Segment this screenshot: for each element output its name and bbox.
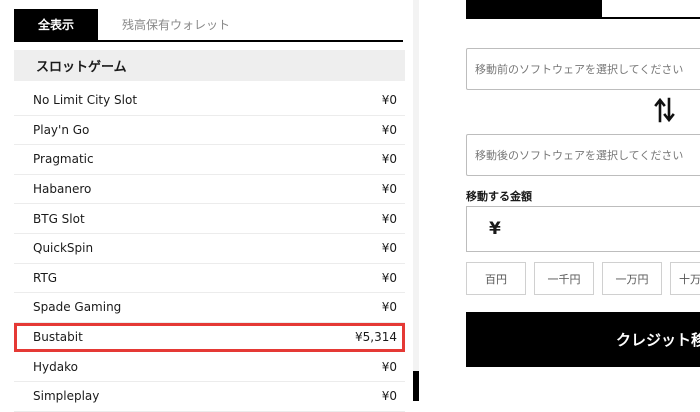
provider-amount: ¥0	[381, 211, 397, 226]
quick-amount-10000[interactable]: 一万円	[602, 262, 662, 295]
provider-amount: ¥0	[381, 300, 397, 315]
currency-symbol: ¥	[489, 219, 501, 239]
quick-amount-100000[interactable]: 十万	[670, 262, 700, 295]
quick-amount-100[interactable]: 百円	[466, 262, 526, 295]
provider-name: No Limit City Slot	[33, 93, 138, 108]
provider-row[interactable]: Habanero ¥0	[14, 175, 405, 205]
provider-row[interactable]: No Limit City Slot ¥0	[14, 86, 405, 116]
provider-name: Pragmatic	[33, 152, 94, 167]
transfer-tab-inactive[interactable]	[602, 0, 700, 19]
provider-name: Habanero	[33, 182, 92, 197]
provider-row[interactable]: Simpleplay ¥0	[14, 382, 405, 412]
provider-name: BTG Slot	[33, 211, 85, 226]
provider-row[interactable]: Pragmatic ¥0	[14, 145, 405, 175]
provider-name: RTG	[33, 270, 58, 285]
provider-amount: ¥0	[381, 182, 397, 197]
provider-row[interactable]: Hydako ¥0	[14, 352, 405, 382]
provider-row[interactable]: Play'n Go ¥0	[14, 116, 405, 146]
tab-all[interactable]: 全表示	[14, 9, 98, 40]
credit-transfer-button[interactable]: クレジット移	[466, 312, 700, 367]
wallet-panel: 全表示 残高保有ウォレット スロットゲーム No Limit City Slot…	[0, 0, 420, 412]
provider-row[interactable]: Spade Gaming ¥0	[14, 293, 405, 323]
provider-amount: ¥0	[381, 270, 397, 285]
provider-row[interactable]: RTG ¥0	[14, 264, 405, 294]
provider-row[interactable]: BTG Slot ¥0	[14, 204, 405, 234]
provider-name: Simpleplay	[33, 389, 100, 404]
provider-amount: ¥0	[381, 359, 397, 374]
transfer-panel: 移動前のソフトウェアを選択してください 移動後のソフトウェアを選択してください …	[466, 0, 700, 401]
provider-amount: ¥0	[381, 122, 397, 137]
provider-amount: ¥5,314	[355, 330, 397, 345]
to-software-select[interactable]: 移動後のソフトウェアを選択してください	[466, 134, 700, 176]
provider-name: Play'n Go	[33, 122, 90, 137]
provider-name: QuickSpin	[33, 241, 94, 256]
provider-amount: ¥0	[381, 241, 397, 256]
provider-amount: ¥0	[381, 389, 397, 404]
provider-name: Spade Gaming	[33, 300, 122, 315]
provider-row[interactable]: QuickSpin ¥0	[14, 234, 405, 264]
quick-amount-1000[interactable]: 一千円	[534, 262, 594, 295]
from-software-select[interactable]: 移動前のソフトウェアを選択してください	[466, 48, 700, 90]
transfer-tab-active[interactable]	[466, 0, 602, 19]
tab-underline	[14, 40, 403, 42]
provider-name: Bustabit	[33, 330, 83, 345]
section-header-slot-games: スロットゲーム	[14, 50, 405, 81]
provider-list: No Limit City Slot ¥0 Play'n Go ¥0 Pragm…	[14, 86, 405, 412]
tab-balance-wallet[interactable]: 残高保有ウォレット	[122, 9, 230, 40]
scrollbar-thumb[interactable]	[413, 371, 419, 401]
provider-name: Hydako	[33, 359, 78, 374]
swap-vertical-icon[interactable]	[654, 97, 676, 128]
amount-label: 移動する金額	[466, 190, 532, 203]
wallet-tabs: 全表示 残高保有ウォレット	[14, 9, 403, 43]
scrollbar-track[interactable]	[413, 0, 419, 401]
provider-amount: ¥0	[381, 93, 397, 108]
provider-row-highlighted[interactable]: Bustabit ¥5,314	[14, 322, 405, 353]
provider-amount: ¥0	[381, 152, 397, 167]
amount-input[interactable]: ¥	[466, 206, 700, 252]
